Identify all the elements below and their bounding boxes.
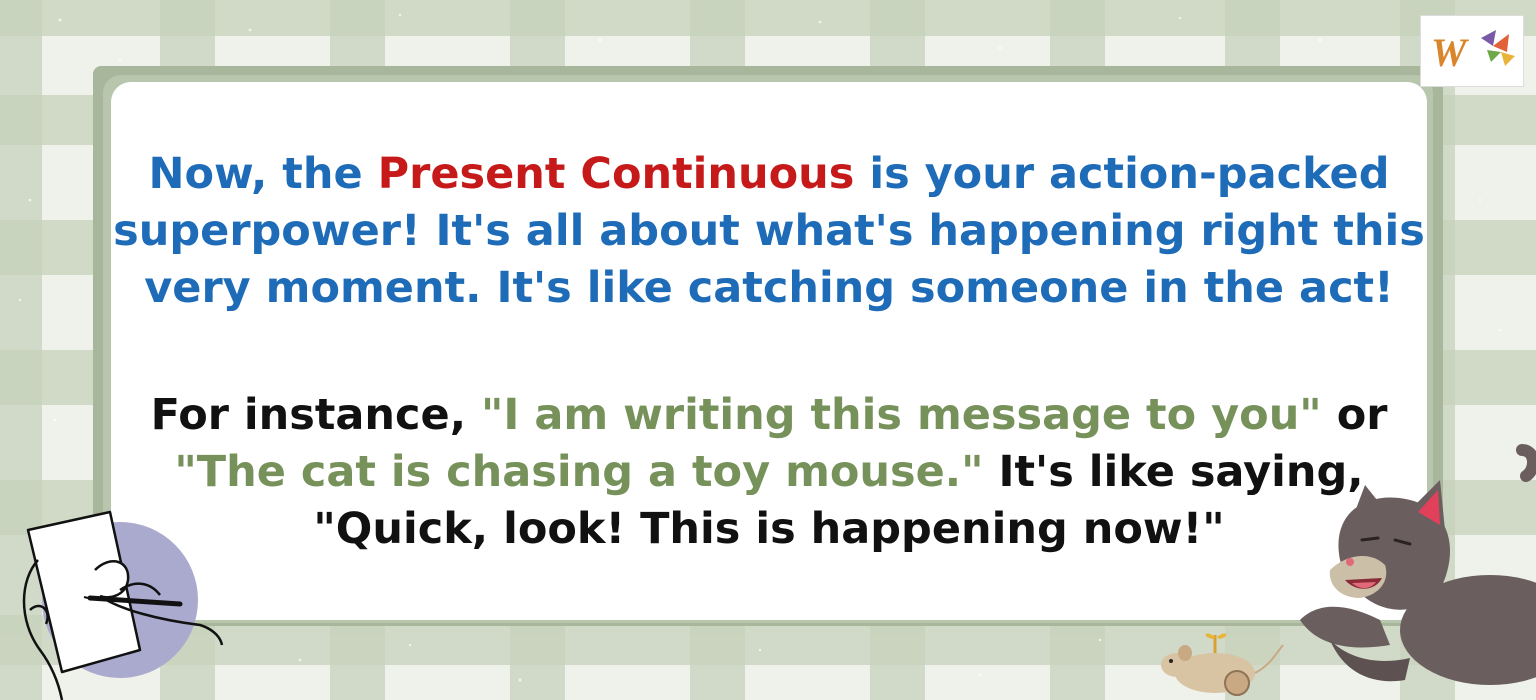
toy-mouse-icon (1161, 633, 1284, 696)
logo-letter: W (1431, 30, 1469, 75)
hand-writing-illustration-icon (22, 510, 224, 700)
example-sentence-1: "I am writing this message to you" (481, 390, 1322, 440)
brand-logo-icon: W (1420, 15, 1524, 87)
cat-illustration-icon (1300, 444, 1536, 685)
explanation-text-start: Now, the (148, 149, 378, 199)
example-intro-text: For instance, (150, 390, 481, 440)
present-continuous-term: Present Continuous (377, 149, 855, 199)
explanation-paragraph: Now, the Present Continuous is your acti… (111, 146, 1427, 317)
example-sentence-2: "The cat is chasing a toy mouse." (174, 447, 984, 497)
example-paragraph: For instance, "I am writing this message… (111, 387, 1427, 558)
